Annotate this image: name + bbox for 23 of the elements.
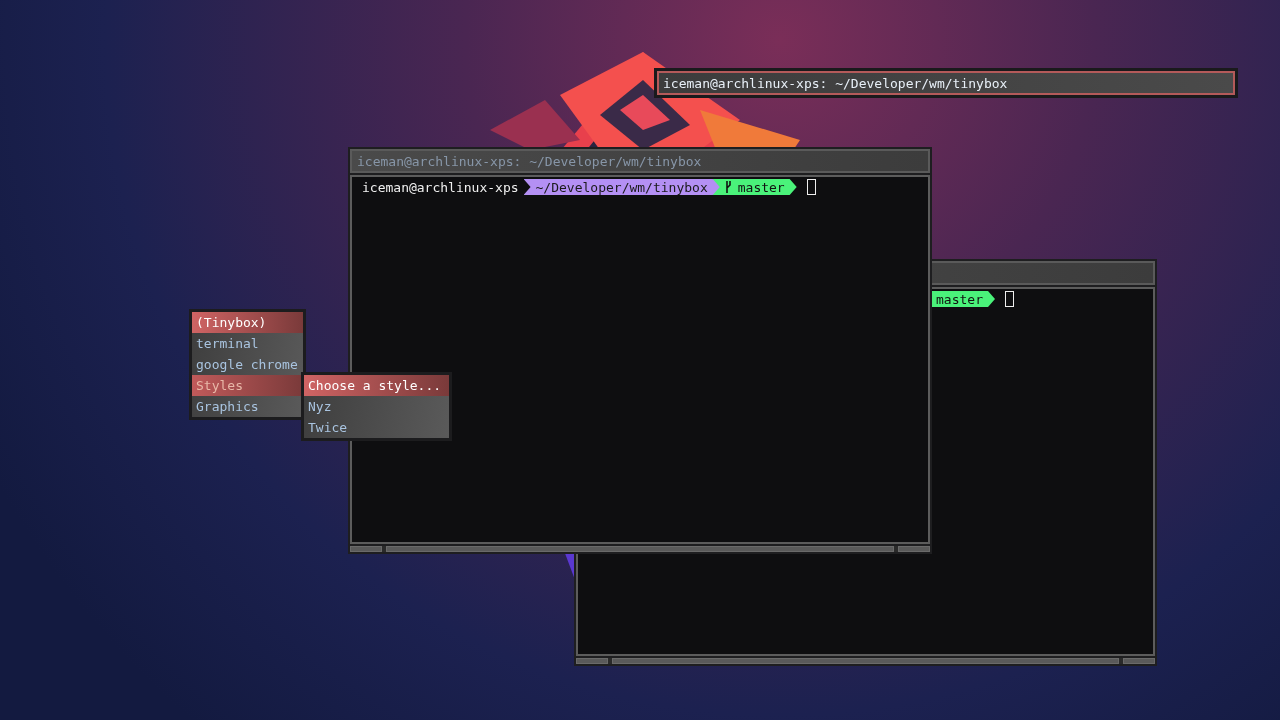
menu-title: (Tinybox) [192, 312, 303, 333]
resize-handle[interactable] [350, 546, 382, 552]
prompt-branch: master [712, 179, 797, 195]
text-cursor [806, 179, 816, 195]
menu-item[interactable]: Graphics [192, 396, 303, 417]
window-title-bar[interactable]: iceman@archlinux-xps: ~/Developer/wm/tinybox [350, 149, 930, 173]
menu-title: Choose a style... [304, 375, 449, 396]
menu-item[interactable]: Twice [304, 417, 449, 438]
window-bottom-bar[interactable] [612, 658, 1119, 664]
menu-item[interactable]: Nyz [304, 396, 449, 417]
prompt-branch: master [932, 291, 995, 307]
prompt-path: ~/Developer/wm/tinybox [523, 179, 720, 195]
branch-icon [724, 181, 732, 193]
text-cursor [1004, 291, 1014, 307]
title-bar: iceman@archlinux-xps: ~/Developer/wm/tinybox [657, 71, 1235, 95]
resize-handle[interactable] [898, 546, 930, 552]
prompt-user: iceman@archlinux-xps [360, 179, 531, 195]
menu-item[interactable]: google chrome [192, 354, 303, 375]
resize-handle[interactable] [576, 658, 608, 664]
window-bottom-bar[interactable] [386, 546, 894, 552]
menu-item[interactable]: terminal [192, 333, 303, 354]
resize-handle[interactable] [1123, 658, 1155, 664]
menu-item[interactable]: Styles [192, 375, 303, 396]
